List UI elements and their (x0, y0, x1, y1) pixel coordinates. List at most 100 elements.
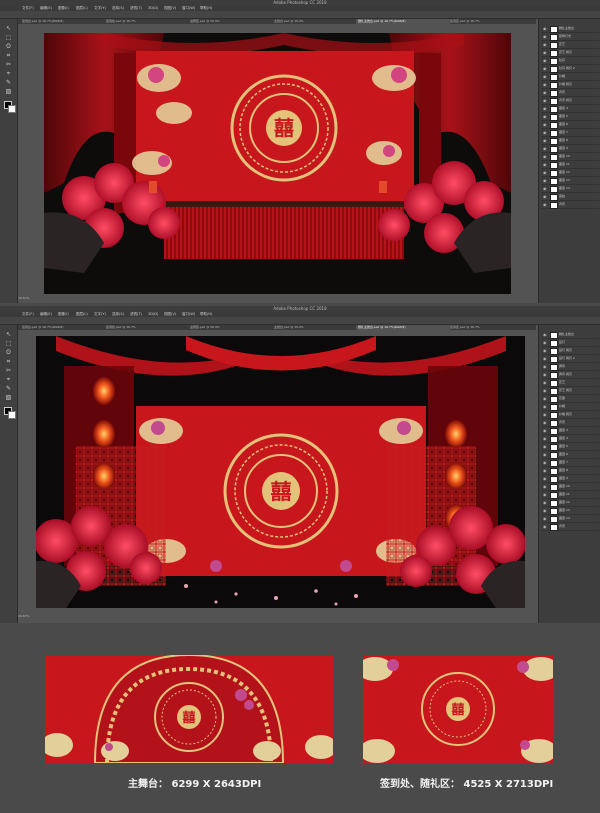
eye-icon[interactable]: ◉ (543, 146, 547, 151)
eye-icon[interactable]: ◉ (543, 452, 547, 457)
document-canvas-main-stage[interactable]: 囍 (44, 33, 511, 294)
layer-row[interactable]: ◉ 图层 11 (541, 491, 599, 499)
tab-doc-3[interactable]: 迎宾区.psd @ 50.9% (188, 19, 274, 24)
eye-icon[interactable]: ◉ (543, 396, 547, 401)
layer-row[interactable]: ◉ 图层 10 (541, 153, 599, 161)
layer-row[interactable]: ◉ 图层 7 (541, 129, 599, 137)
eye-icon[interactable]: ◉ (543, 170, 547, 175)
eye-icon[interactable]: ◉ (543, 26, 547, 31)
eye-icon[interactable]: ◉ (543, 508, 547, 513)
eye-icon[interactable]: ◉ (543, 114, 547, 119)
eye-icon[interactable]: ◉ (543, 178, 547, 183)
layer-row[interactable]: ◉ 背景 (541, 419, 599, 427)
eye-icon[interactable]: ◉ (543, 42, 547, 47)
layer-row[interactable]: ◉ 图层 14 (541, 515, 599, 523)
eye-icon[interactable]: ◉ (543, 90, 547, 95)
tab-doc-5-active[interactable]: 婚礼主舞台.psd @ 16.7%(RGB/8) (356, 325, 450, 330)
document-canvas-main-stage-2[interactable]: 囍 (36, 336, 525, 608)
brush-tool-icon[interactable]: ✎ (4, 79, 13, 87)
layer-row[interactable]: ◉ 图层 6 (541, 121, 599, 129)
layer-row[interactable]: ◉ 图层 10 (541, 483, 599, 491)
eye-icon[interactable]: ◉ (543, 74, 547, 79)
layer-row[interactable]: ◉ 婚礼主舞台 (541, 25, 599, 33)
eye-icon[interactable]: ◉ (543, 356, 547, 361)
eye-icon[interactable]: ◉ (543, 412, 547, 417)
layer-row[interactable]: ◉ 图层 11 (541, 161, 599, 169)
background-color-swatch[interactable] (8, 105, 16, 113)
tab-doc-3[interactable]: 迎宾区.psd @ 50.9% (188, 325, 274, 330)
layer-row[interactable]: ◉ 图层 7 (541, 459, 599, 467)
layer-row[interactable]: ◉ 图层 13 (541, 177, 599, 185)
tab-doc-2[interactable]: 签到处.psd @ 16.7% (104, 325, 190, 330)
tab-doc-1[interactable]: 签到台.psd @ 16.7%(RGB/8) (20, 325, 106, 330)
move-tool-icon[interactable]: ↖ (4, 331, 13, 339)
eye-icon[interactable]: ◉ (543, 484, 547, 489)
layer-row[interactable]: ◉ 图层 4 (541, 435, 599, 443)
eye-icon[interactable]: ◉ (543, 388, 547, 393)
eye-icon[interactable]: ◉ (543, 468, 547, 473)
brush-tool-icon[interactable]: ✎ (4, 385, 13, 393)
layer-row[interactable]: ◉ 图层 8 (541, 137, 599, 145)
eye-icon[interactable]: ◉ (543, 364, 547, 369)
move-tool-icon[interactable]: ↖ (4, 25, 13, 33)
eye-icon[interactable]: ◉ (543, 380, 547, 385)
layer-row[interactable]: ◉ 图层 3 (541, 427, 599, 435)
eye-icon[interactable]: ◉ (543, 460, 547, 465)
layer-row[interactable]: ◉ 花艺 (541, 41, 599, 49)
eye-icon[interactable]: ◉ (543, 138, 547, 143)
layer-row[interactable]: ◉ 牡丹 (541, 57, 599, 65)
tab-doc-1[interactable]: 签到台.psd @ 16.7%(RGB/8) (20, 19, 106, 24)
lasso-tool-icon[interactable]: ʘ (4, 349, 13, 357)
eye-icon[interactable]: ◉ (543, 500, 547, 505)
layer-row[interactable]: ◉ 婚礼主舞台 (541, 331, 599, 339)
eye-icon[interactable]: ◉ (543, 444, 547, 449)
eye-icon[interactable]: ◉ (543, 436, 547, 441)
tab-doc-6[interactable]: 签到区.psd @ 16.7% (448, 19, 534, 24)
eye-icon[interactable]: ◉ (543, 130, 547, 135)
eye-icon[interactable]: ◉ (543, 162, 547, 167)
layer-row[interactable]: ◉ 图层 5 (541, 113, 599, 121)
layer-row[interactable]: ◉ 纱幔 (541, 73, 599, 81)
eye-icon[interactable]: ◉ (543, 492, 547, 497)
layer-row[interactable]: ◉ 背景 (541, 201, 599, 209)
eye-icon[interactable]: ◉ (543, 420, 547, 425)
eye-icon[interactable]: ◉ (543, 186, 547, 191)
tab-doc-6[interactable]: 签到区.psd @ 16.7% (448, 325, 534, 330)
layer-row[interactable]: ◉ 图层 5 (541, 443, 599, 451)
layer-row[interactable]: ◉ 图层 8 (541, 467, 599, 475)
eye-icon[interactable]: ◉ (543, 476, 547, 481)
crop-tool-icon[interactable]: ✂ (4, 61, 13, 69)
gradient-tool-icon[interactable]: ▧ (4, 88, 13, 96)
layer-row[interactable]: ◉ 宫灯 拷贝 2 (541, 355, 599, 363)
quick-select-tool-icon[interactable]: ⌗ (4, 52, 13, 60)
eye-icon[interactable]: ◉ (543, 340, 547, 345)
tab-doc-4[interactable]: 主舞台.psd @ 10.9% (272, 325, 358, 330)
eye-icon[interactable]: ◉ (543, 348, 547, 353)
layer-row[interactable]: ◉ 花艺 (541, 379, 599, 387)
layer-row[interactable]: ◉ 图层 12 (541, 169, 599, 177)
eye-icon[interactable]: ◉ (543, 404, 547, 409)
layer-row[interactable]: ◉ 图层 4 (541, 105, 599, 113)
layer-row[interactable]: ◉ 背景 (541, 89, 599, 97)
layer-row[interactable]: ◉ 宫灯 (541, 339, 599, 347)
tab-doc-5-active[interactable]: 婚礼主舞台.psd @ 16.7%(RGB/8) (356, 19, 450, 24)
layer-row[interactable]: ◉ 背景 (541, 523, 599, 531)
eye-icon[interactable]: ◉ (543, 516, 547, 521)
eye-icon[interactable]: ◉ (543, 154, 547, 159)
layer-row[interactable]: ◉ 图层 13 (541, 507, 599, 515)
marquee-tool-icon[interactable]: ⬚ (4, 34, 13, 42)
layer-row[interactable]: ◉ 图层 14 (541, 185, 599, 193)
tab-doc-2[interactable]: 签到处.psd @ 16.7% (104, 19, 190, 24)
layer-row[interactable]: ◉ 牡丹 拷贝 2 (541, 65, 599, 73)
eye-icon[interactable]: ◉ (543, 50, 547, 55)
layer-row[interactable]: ◉ 图层 6 (541, 451, 599, 459)
eye-icon[interactable]: ◉ (543, 122, 547, 127)
layer-row[interactable]: ◉ 纱幔 拷贝 (541, 411, 599, 419)
eye-icon[interactable]: ◉ (543, 194, 547, 199)
eye-icon[interactable]: ◉ (543, 66, 547, 71)
eyedropper-tool-icon[interactable]: ⌖ (4, 376, 13, 384)
layer-row[interactable]: ◉ 装饰灯光 (541, 33, 599, 41)
eye-icon[interactable]: ◉ (543, 98, 547, 103)
layer-row[interactable]: ◉ 纱幔 (541, 403, 599, 411)
gradient-tool-icon[interactable]: ▧ (4, 394, 13, 402)
